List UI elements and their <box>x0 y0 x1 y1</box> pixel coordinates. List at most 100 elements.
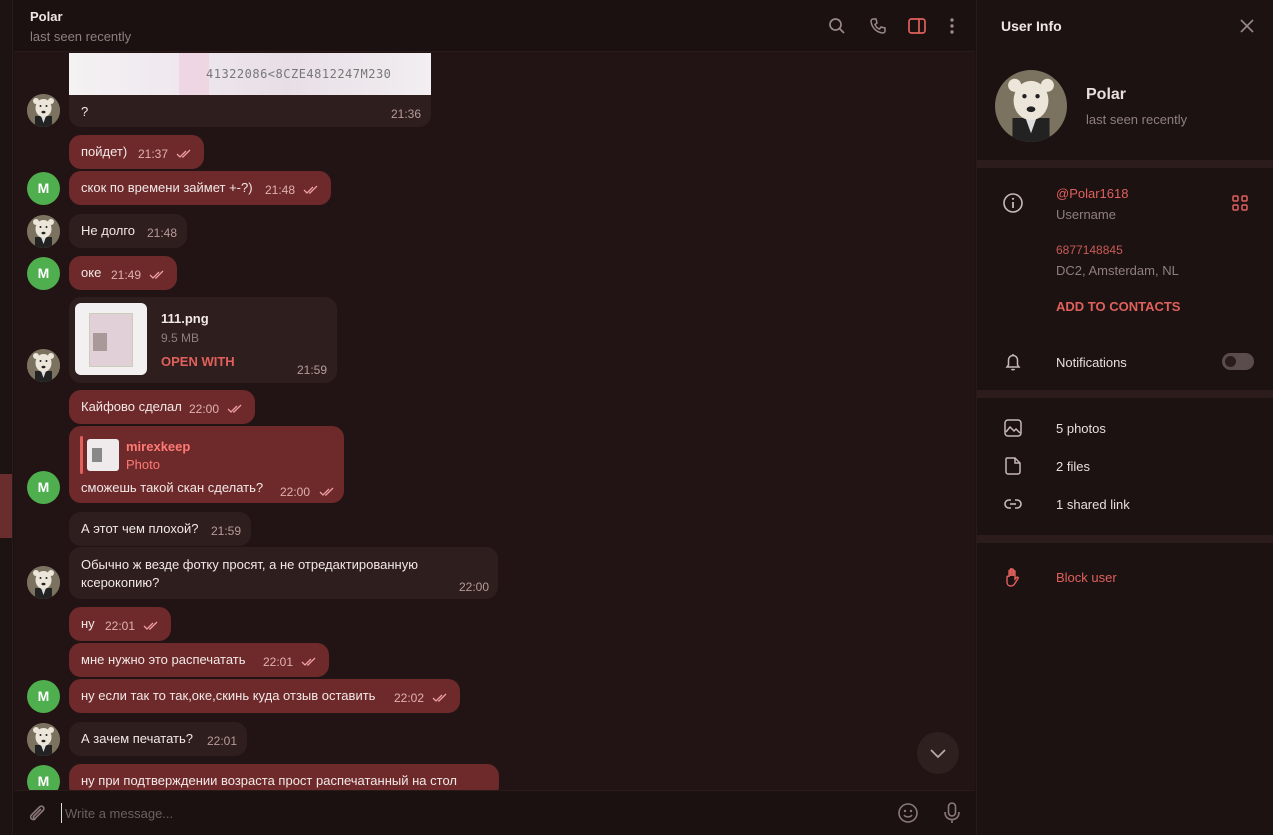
message-time: 22:00 <box>459 580 490 594</box>
notifications-label: Notifications <box>1056 355 1127 370</box>
link-icon <box>1004 499 1022 509</box>
message-bubble[interactable]: А этот чем плохой? 21:59 <box>69 512 251 546</box>
read-checks-icon <box>319 487 334 496</box>
message-time: 21:49 <box>111 268 142 282</box>
user-id[interactable]: 6877148845 <box>1056 243 1123 257</box>
profile-name: Polar <box>1086 86 1127 103</box>
avatar[interactable] <box>27 566 60 599</box>
message-text-line2: ксерокопию? <box>81 575 160 590</box>
message-bubble[interactable]: мне нужно это распечатать 22:01 <box>69 643 329 677</box>
telegram-window: Polar last seen recently 41322086<8CZE48… <box>0 0 1273 835</box>
message-time: 21:48 <box>147 226 178 240</box>
phone-icon[interactable] <box>868 16 888 36</box>
avatar[interactable]: M <box>27 680 60 713</box>
message-bubble[interactable]: ну 22:01 <box>69 607 171 641</box>
file-icon <box>1005 457 1021 475</box>
message-bubble[interactable]: Кайфово сделал 22:00 <box>69 390 255 424</box>
read-checks-icon <box>143 621 158 630</box>
message-text: оке <box>81 265 102 280</box>
open-with-button[interactable]: OPEN WITH <box>161 354 235 369</box>
file-message[interactable]: 111.png 9.5 MB OPEN WITH 21:59 <box>69 297 337 383</box>
chat-list-strip <box>0 0 13 835</box>
emoji-icon[interactable] <box>896 801 920 825</box>
hand-block-icon <box>1006 568 1019 587</box>
document-scan-image[interactable]: 41322086<8CZE4812247M230 <box>69 53 431 95</box>
scan-mrz-text: 41322086<8CZE4812247M230 <box>206 67 392 81</box>
avatar[interactable]: M <box>27 471 60 504</box>
avatar[interactable] <box>27 349 60 382</box>
avatar[interactable]: M <box>27 765 60 790</box>
photos-item[interactable]: 5 photos <box>1056 421 1106 436</box>
message-bubble[interactable]: Обычно ж везде фотку просят, а не отреда… <box>69 547 498 599</box>
avatar[interactable]: M <box>27 172 60 205</box>
photos-icon <box>1004 419 1022 437</box>
message-text: Обычно ж везде фотку просят, а не отреда… <box>81 557 418 572</box>
reply-author[interactable]: mirexkeep <box>126 439 190 454</box>
read-checks-icon <box>432 693 447 702</box>
message-text: Кайфово сделал <box>81 399 182 414</box>
message-input[interactable] <box>61 803 881 823</box>
files-item[interactable]: 2 files <box>1056 459 1090 474</box>
message-bubble[interactable]: оке 21:49 <box>69 256 177 290</box>
chat-title[interactable]: Polar <box>30 9 63 24</box>
attach-icon[interactable] <box>26 802 48 824</box>
read-checks-icon <box>301 657 316 666</box>
file-name[interactable]: 111.png <box>161 311 209 326</box>
avatar[interactable] <box>27 94 60 127</box>
message-text: А этот чем плохой? <box>81 521 199 536</box>
message-bubble[interactable]: ? 21:36 <box>69 97 431 127</box>
message-bubble[interactable]: скок по времени займет +-?) 21:48 <box>69 171 331 205</box>
divider <box>977 160 1273 168</box>
message-bubble[interactable]: А зачем печатать? 22:01 <box>69 722 247 756</box>
microphone-icon[interactable] <box>940 800 964 826</box>
user-info-panel: User Info Polar last seen recently @Pola… <box>976 0 1273 835</box>
read-checks-icon <box>303 185 318 194</box>
sidebar-toggle-icon[interactable] <box>907 16 927 36</box>
data-center: DC2, Amsterdam, NL <box>1056 263 1179 278</box>
profile-avatar[interactable] <box>995 70 1067 142</box>
chevron-down-icon <box>930 749 946 759</box>
message-text: мне нужно это распечатать <box>81 652 246 667</box>
qr-code-icon[interactable] <box>1231 194 1249 212</box>
avatar[interactable]: M <box>27 257 60 290</box>
close-icon[interactable] <box>1239 18 1255 34</box>
reply-quote[interactable] <box>80 436 83 474</box>
reply-message[interactable]: mirexkeep Photo сможешь такой скан сдела… <box>69 426 344 503</box>
message-text: ? <box>81 104 89 119</box>
message-list[interactable]: 41322086<8CZE4812247M230 ? 21:36 пойдет) 2… <box>14 53 975 790</box>
scroll-down-button[interactable] <box>917 732 959 774</box>
chat-area: Polar last seen recently 41322086<8CZE48… <box>14 0 975 835</box>
message-text: сможешь такой скан сделать? <box>81 480 264 495</box>
message-text: ну если так то так,оке,скинь куда отзыв … <box>81 688 376 703</box>
message-time: 22:01 <box>263 655 294 669</box>
message-time: 22:01 <box>105 619 136 633</box>
divider <box>977 390 1273 398</box>
composer <box>14 790 975 835</box>
message-bubble[interactable]: Не долго 21:48 <box>69 214 187 248</box>
notifications-toggle[interactable] <box>1222 353 1254 370</box>
message-time: 22:02 <box>394 691 425 705</box>
add-to-contacts-button[interactable]: ADD TO CONTACTS <box>1056 299 1180 314</box>
file-size: 9.5 MB <box>161 331 200 345</box>
message-time: 22:00 <box>189 402 220 416</box>
username-value[interactable]: @Polar1618 <box>1056 186 1128 201</box>
reply-thumbnail <box>87 439 119 471</box>
message-time: 21:48 <box>265 183 296 197</box>
message-bubble[interactable]: ну если так то так,оке,скинь куда отзыв … <box>69 679 460 713</box>
read-checks-icon <box>176 149 191 158</box>
file-thumbnail[interactable] <box>75 303 147 375</box>
read-checks-icon <box>149 270 164 279</box>
message-text: ну <box>81 616 95 631</box>
chat-status: last seen recently <box>30 29 132 44</box>
message-bubble[interactable]: пойдет) 21:37 <box>69 135 204 169</box>
message-bubble[interactable]: ну при подтверждении возраста прост расп… <box>69 764 499 790</box>
block-user-button[interactable]: Block user <box>1056 570 1117 585</box>
avatar[interactable] <box>27 215 60 248</box>
bell-icon <box>1005 354 1021 371</box>
more-options-icon[interactable] <box>942 16 962 36</box>
avatar[interactable] <box>27 723 60 756</box>
search-icon[interactable] <box>827 16 847 36</box>
selected-chat-indicator[interactable] <box>0 474 12 538</box>
links-item[interactable]: 1 shared link <box>1056 497 1130 512</box>
message-text: пойдет) <box>81 144 128 159</box>
